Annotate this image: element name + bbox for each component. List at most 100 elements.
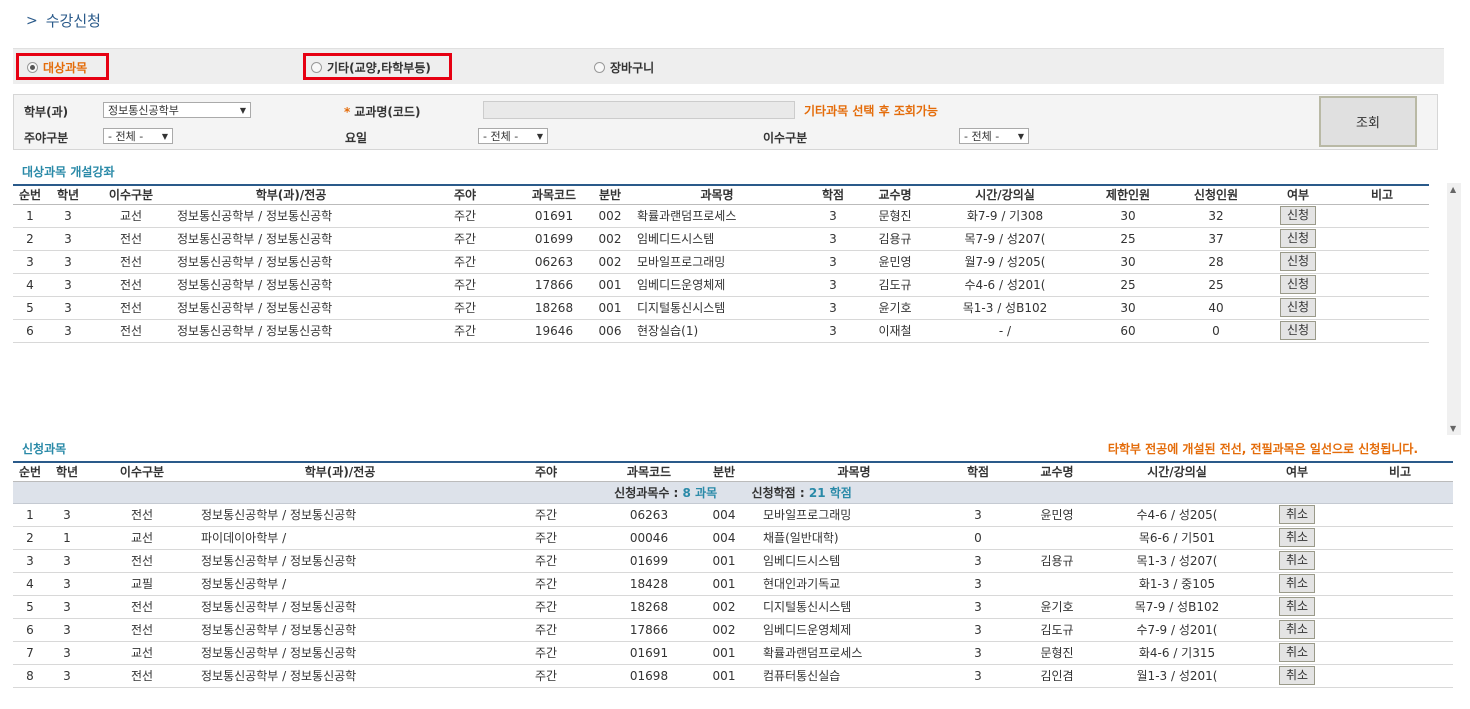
table-cell: 18268	[521, 296, 587, 320]
col-header: 비고	[1347, 461, 1453, 482]
table-row: 3 3 전선 정보통신공학부 / 정보통신공학 주간 01699 001 임베디드시스템 3 김용…	[13, 549, 1453, 573]
table-cell: 전선	[89, 227, 173, 251]
action-cell: 취소	[1247, 526, 1347, 550]
cancel-button[interactable]: 취소	[1278, 528, 1316, 547]
open-courses-table: 순번 학년 이수구분 학부(과)/전공 주야 과목코드 분반 과목명 학점 교수…	[13, 184, 1429, 343]
table-cell: 18428	[609, 572, 689, 596]
table-row: 2 1 교선 파이데이아학부 / 주간 00046 004 채플(일반대학) 0 목6-6 / 기…	[13, 526, 1453, 550]
table-cell: 주간	[483, 618, 609, 642]
col-header: 주야	[483, 461, 609, 482]
col-header: 과목코드	[521, 184, 587, 205]
action-cell: 신청	[1261, 319, 1335, 343]
col-header: 교수명	[865, 184, 925, 205]
col-header: 이수구분	[87, 461, 197, 482]
apply-button[interactable]: 신청	[1279, 252, 1317, 271]
cancel-button[interactable]: 취소	[1278, 666, 1316, 685]
table-row: 1 3 교선 정보통신공학부 / 정보통신공학 주간 01691 002 확률과랜덤프로세스 3…	[13, 204, 1429, 228]
radio-unselected-icon[interactable]	[594, 62, 605, 73]
search-button[interactable]: 조회	[1319, 96, 1417, 147]
table-cell: 정보통신공학부 / 정보통신공학	[197, 595, 483, 619]
course-code-label: * 교과명(코드)	[344, 103, 420, 120]
table-cell	[1347, 664, 1453, 688]
cancel-button[interactable]: 취소	[1278, 643, 1316, 662]
table-row: 5 3 전선 정보통신공학부 / 정보통신공학 주간 18268 001 디지털통신시스템 3 윤…	[13, 296, 1429, 320]
cancel-button[interactable]: 취소	[1278, 574, 1316, 593]
cancel-button[interactable]: 취소	[1278, 597, 1316, 616]
table-cell: 주간	[483, 664, 609, 688]
completion-type-select-value: - 전체 -	[964, 130, 1000, 143]
cancel-button[interactable]: 취소	[1278, 620, 1316, 639]
apply-button[interactable]: 신청	[1279, 275, 1317, 294]
table-cell: 001	[689, 641, 759, 665]
radio-target-label: 대상과목	[43, 61, 88, 75]
applied-notice: 타학부 전공에 개설된 전선, 전필과목은 일선으로 신청됩니다.	[1107, 442, 1418, 456]
table-cell: 01699	[521, 227, 587, 251]
table-cell: 임베디드운영체제	[759, 618, 949, 642]
table-cell: 002	[689, 595, 759, 619]
col-header: 순번	[13, 461, 47, 482]
apply-button[interactable]: 신청	[1279, 298, 1317, 317]
dept-select[interactable]: 정보통신공학부 ▼	[103, 102, 251, 118]
table-cell: 주간	[483, 503, 609, 527]
table-cell: 정보통신공학부 / 정보통신공학	[197, 641, 483, 665]
table-cell: 월7-9 / 성205(	[925, 250, 1085, 274]
table-cell: 3	[949, 641, 1007, 665]
cancel-button[interactable]: 취소	[1278, 505, 1316, 524]
table-cell: 01699	[609, 549, 689, 573]
table-cell: 3	[13, 250, 47, 274]
daynight-select[interactable]: - 전체 - ▼	[103, 128, 173, 144]
apply-button[interactable]: 신청	[1279, 229, 1317, 248]
action-cell: 신청	[1261, 250, 1335, 274]
table-cell: 3	[47, 618, 87, 642]
table-cell: 3	[949, 503, 1007, 527]
applied-summary-cell: 신청과목수 : 8 과목 신청학점 : 21 학점	[13, 481, 1453, 504]
table-cell: 화4-6 / 기315	[1107, 641, 1247, 665]
open-courses-scrollbar[interactable]: ▲ ▼	[1447, 183, 1461, 435]
table-row: 3 3 전선 정보통신공학부 / 정보통신공학 주간 06263 002 모바일프로그래밍 3 윤…	[13, 250, 1429, 274]
col-header: 주야	[409, 184, 521, 205]
table-cell: 28	[1171, 250, 1261, 274]
radio-cart[interactable]: 장바구니	[594, 59, 654, 76]
table-cell: 002	[587, 204, 633, 228]
table-cell: 3	[47, 319, 89, 343]
table-cell: 3	[47, 204, 89, 228]
table-cell: 정보통신공학부 / 정보통신공학	[173, 227, 409, 251]
table-cell: 화1-3 / 중105	[1107, 572, 1247, 596]
action-cell: 취소	[1247, 572, 1347, 596]
table-cell: 수4-6 / 성201(	[925, 273, 1085, 297]
table-cell: 3	[949, 618, 1007, 642]
table-cell: 전선	[87, 549, 197, 573]
table-cell: 전선	[89, 296, 173, 320]
action-cell: 취소	[1247, 503, 1347, 527]
table-cell: 정보통신공학부 / 정보통신공학	[197, 664, 483, 688]
radio-target-courses[interactable]: 대상과목	[27, 59, 87, 76]
radio-unselected-icon[interactable]	[311, 62, 322, 73]
table-cell: 목1-3 / 성B102	[925, 296, 1085, 320]
cancel-button[interactable]: 취소	[1278, 551, 1316, 570]
table-cell: 임베디드시스템	[759, 549, 949, 573]
course-code-input[interactable]	[483, 101, 795, 119]
table-cell: 윤민영	[865, 250, 925, 274]
table-cell: 정보통신공학부 / 정보통신공학	[197, 549, 483, 573]
table-cell: 주간	[409, 250, 521, 274]
table-cell: 3	[801, 273, 865, 297]
scroll-up-icon[interactable]: ▲	[1450, 185, 1456, 194]
applied-count-label: 신청과목수 :	[614, 485, 679, 500]
table-cell: 17866	[609, 618, 689, 642]
table-cell: 전선	[87, 595, 197, 619]
apply-button[interactable]: 신청	[1279, 206, 1317, 225]
table-cell: 모바일프로그래밍	[759, 503, 949, 527]
table-cell: 정보통신공학부 / 정보통신공학	[173, 273, 409, 297]
radio-other-courses[interactable]: 기타(교양,타학부등)	[311, 59, 431, 76]
table-cell: 7	[13, 641, 47, 665]
table-cell: 30	[1085, 204, 1171, 228]
table-cell: 주간	[409, 227, 521, 251]
radio-selected-icon[interactable]	[27, 62, 38, 73]
table-cell: 목7-9 / 성207(	[925, 227, 1085, 251]
completion-type-select[interactable]: - 전체 - ▼	[959, 128, 1029, 144]
scroll-down-icon[interactable]: ▼	[1450, 424, 1456, 433]
apply-button[interactable]: 신청	[1279, 321, 1317, 340]
day-select[interactable]: - 전체 - ▼	[478, 128, 548, 144]
table-cell	[1335, 204, 1429, 228]
table-cell: 6	[13, 618, 47, 642]
